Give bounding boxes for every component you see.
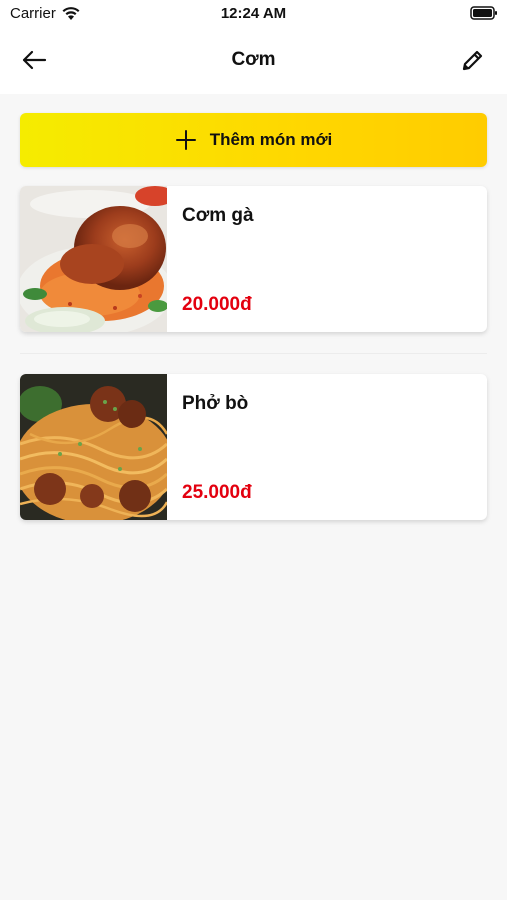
status-time: 12:24 AM (220, 5, 287, 22)
plus-icon (175, 130, 196, 150)
add-new-dish-label: Thêm món mới (209, 130, 333, 149)
roast-chicken-rice-photo (20, 186, 167, 332)
add-new-dish-button[interactable]: Thêm món mới (20, 113, 487, 167)
list-divider (20, 353, 487, 354)
menu-item-card[interactable]: Phở bò 25.000đ (20, 374, 487, 520)
menu-item-name: Phở bò (182, 393, 249, 414)
pencil-icon (462, 50, 483, 71)
page-title: Cơm (231, 49, 276, 70)
menu-item-price: 25.000đ (182, 482, 252, 503)
menu-item-price: 20.000đ (182, 294, 252, 315)
edit-button[interactable] (453, 42, 493, 78)
navigation-bar: Cơm (0, 28, 507, 94)
menu-item-name: Cơm gà (182, 205, 254, 226)
battery-icon (470, 6, 497, 20)
spaghetti-meatballs-photo (20, 374, 167, 520)
status-bar: Carrier 12:24 AM (0, 0, 507, 28)
menu-item-card[interactable]: Cơm gà 20.000đ (20, 186, 487, 332)
